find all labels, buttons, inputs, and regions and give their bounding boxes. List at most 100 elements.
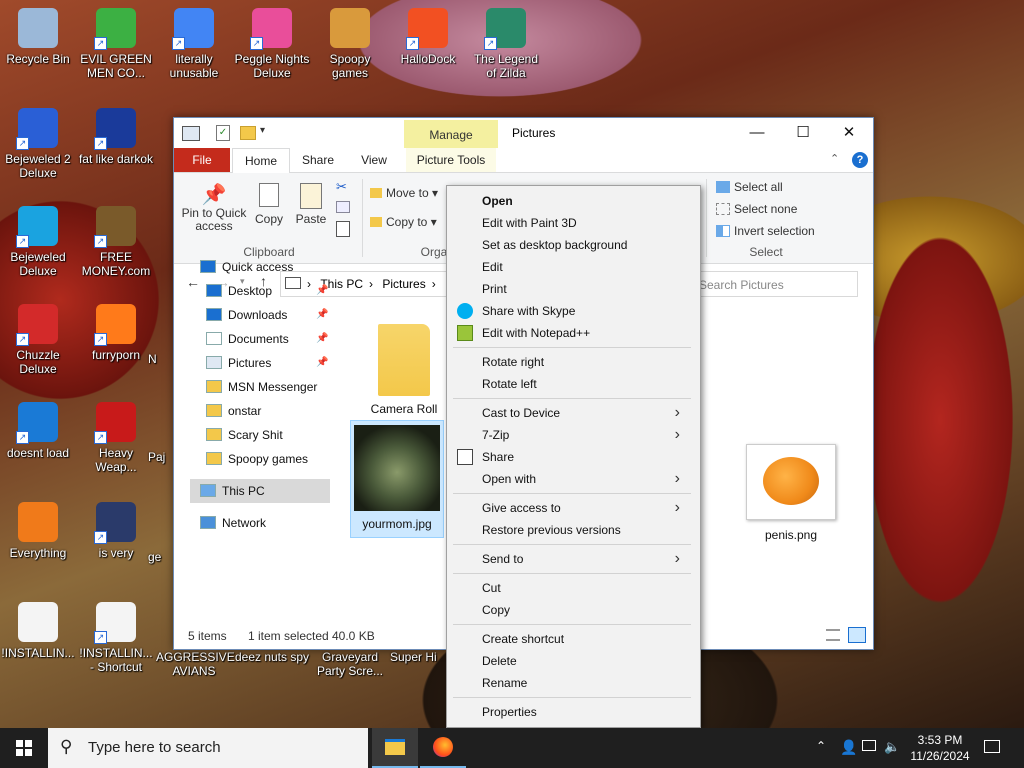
people-icon[interactable]: 👤 bbox=[840, 739, 857, 756]
menu-item-delete[interactable]: Delete bbox=[482, 650, 692, 672]
nav-item-network[interactable]: Network bbox=[200, 512, 266, 534]
menu-item-share-with-skype[interactable]: Share with Skype bbox=[482, 300, 692, 322]
nav-item-quick-access[interactable]: Quick access bbox=[200, 256, 293, 278]
nav-item-downloads[interactable]: Downloads bbox=[206, 304, 287, 326]
desktop-icon-8[interactable]: ↗ fat like darkok bbox=[78, 108, 154, 166]
menu-item-cut[interactable]: Cut bbox=[482, 577, 692, 599]
desktop-icon-13[interactable]: ↗ doesnt load bbox=[0, 402, 76, 460]
taskbar-firefox[interactable] bbox=[420, 728, 466, 768]
pin-quick-access-button[interactable]: 📌 Pin to Quick access bbox=[180, 183, 248, 233]
minimize-ribbon-icon[interactable]: ⌃ bbox=[830, 152, 839, 165]
breadcrumb-pictures[interactable]: Pictures bbox=[382, 277, 425, 291]
nav-item-spoopy-games[interactable]: Spoopy games bbox=[206, 448, 308, 470]
customize-toolbar-icon[interactable]: ▾ bbox=[260, 125, 265, 136]
desktop-icon-12[interactable]: ↗ furryporn bbox=[78, 304, 154, 362]
desktop-icon-17[interactable]: !INSTALLIN... bbox=[0, 602, 76, 660]
properties-quick-icon[interactable]: ✓ bbox=[216, 125, 230, 141]
nav-item-desktop[interactable]: Desktop bbox=[206, 280, 272, 302]
menu-item-set-as-desktop-background[interactable]: Set as desktop background bbox=[482, 234, 692, 256]
nav-item-this-pc[interactable]: This PC bbox=[200, 480, 265, 502]
tab-file[interactable]: File bbox=[174, 148, 230, 172]
file-item[interactable]: yourmom.jpg bbox=[350, 420, 444, 538]
desktop-icon-0[interactable]: Recycle Bin bbox=[0, 8, 76, 66]
manage-tab[interactable]: Manage bbox=[404, 120, 498, 148]
menu-item-rename[interactable]: Rename bbox=[482, 672, 692, 694]
copy-to-button[interactable]: Copy to ▾ bbox=[370, 216, 437, 229]
menu-item-7-zip[interactable]: 7-Zip › bbox=[482, 424, 692, 446]
network-tray-icon[interactable] bbox=[862, 740, 876, 751]
paste-button[interactable]: Paste bbox=[292, 183, 330, 226]
menu-item-open-with[interactable]: Open with › bbox=[482, 468, 692, 490]
desktop-icon-4[interactable]: Spoopy games bbox=[312, 8, 388, 80]
desktop-icon-6[interactable]: ↗ The Legend of Zilda bbox=[468, 8, 544, 80]
close-button[interactable]: ✕ bbox=[826, 118, 872, 148]
paste-shortcut-icon[interactable] bbox=[336, 221, 350, 237]
tab-view[interactable]: View bbox=[350, 148, 398, 172]
large-icons-view-icon[interactable] bbox=[848, 627, 866, 643]
desktop-icon-9[interactable]: ↗ Bejeweled Deluxe bbox=[0, 206, 76, 278]
desktop-icon-1[interactable]: ↗ EVIL GREEN MEN CO... bbox=[78, 8, 154, 80]
tab-home[interactable]: Home bbox=[232, 148, 290, 174]
desktop-icon-11[interactable]: ↗ Chuzzle Deluxe bbox=[0, 304, 76, 376]
title-bar[interactable]: ✓ ▾ Manage Pictures — ☐ ✕ bbox=[174, 118, 873, 148]
nav-item-pictures[interactable]: Pictures bbox=[206, 352, 271, 374]
volume-icon[interactable]: 🔈 bbox=[884, 739, 900, 755]
tab-picture-tools[interactable]: Picture Tools bbox=[406, 148, 496, 172]
desktop-icon-25[interactable]: ge bbox=[148, 502, 172, 564]
menu-item-cast-to-device[interactable]: Cast to Device › bbox=[482, 402, 692, 424]
nav-item-scary-shit[interactable]: Scary Shit bbox=[206, 424, 283, 446]
copy-path-icon[interactable] bbox=[336, 201, 350, 213]
cut-icon[interactable]: ✂ bbox=[336, 179, 347, 195]
start-button[interactable] bbox=[0, 728, 48, 768]
menu-item-copy[interactable]: Copy bbox=[482, 599, 692, 621]
move-to-button[interactable]: Move to ▾ bbox=[370, 187, 438, 200]
menu-item-print[interactable]: Print bbox=[482, 278, 692, 300]
action-center-icon[interactable] bbox=[984, 740, 1000, 753]
desktop-icon-18[interactable]: ↗ !INSTALLIN... - Shortcut bbox=[78, 602, 154, 674]
clock[interactable]: 3:53 PM 11/26/2024 bbox=[904, 732, 976, 764]
desktop-icon-10[interactable]: ↗ FREE MONEY.com bbox=[78, 206, 154, 278]
desktop-icon-3[interactable]: ↗ Peggle Nights Deluxe bbox=[234, 8, 310, 80]
menu-item-give-access-to[interactable]: Give access to › bbox=[482, 497, 692, 519]
menu-item-send-to[interactable]: Send to › bbox=[482, 548, 692, 570]
tab-share[interactable]: Share bbox=[292, 148, 344, 172]
details-view-icon[interactable] bbox=[826, 629, 840, 641]
taskbar-search-box[interactable]: ⚲ Type here to search bbox=[48, 728, 368, 768]
copy-ribbon-button[interactable]: Copy bbox=[252, 183, 286, 226]
desktop-icon-24[interactable]: Paj bbox=[148, 402, 172, 464]
menu-item-edit-with-paint-3d[interactable]: Edit with Paint 3D bbox=[482, 212, 692, 234]
file-item[interactable]: Camera Roll bbox=[364, 318, 444, 418]
desktop-icon-5[interactable]: ↗ HalloDock bbox=[390, 8, 466, 66]
desktop-icon-15[interactable]: Everything bbox=[0, 502, 76, 560]
desktop-icon-14[interactable]: ↗ Heavy Weap... bbox=[78, 402, 154, 474]
help-icon[interactable]: ? bbox=[852, 152, 868, 168]
menu-item-properties[interactable]: Properties bbox=[482, 701, 692, 723]
menu-item-share[interactable]: Share bbox=[482, 446, 692, 468]
menu-item-open[interactable]: Open bbox=[482, 190, 692, 212]
minimize-button[interactable]: — bbox=[734, 118, 780, 148]
menu-item-restore-previous-versions[interactable]: Restore previous versions bbox=[482, 519, 692, 541]
invert-selection-button[interactable]: Invert selection bbox=[716, 225, 815, 238]
nav-item-documents[interactable]: Documents bbox=[206, 328, 289, 350]
menu-item-rotate-left[interactable]: Rotate left bbox=[482, 373, 692, 395]
menu-item-create-shortcut[interactable]: Create shortcut bbox=[482, 628, 692, 650]
address-field[interactable]: › This PC › Pictures › bbox=[280, 271, 450, 297]
desktop-icon-23[interactable]: N bbox=[148, 304, 168, 366]
menu-item-edit[interactable]: Edit bbox=[482, 256, 692, 278]
nav-item-msn-messenger[interactable]: MSN Messenger bbox=[206, 376, 317, 398]
desktop-icon-7[interactable]: ↗ Bejeweled 2 Deluxe bbox=[0, 108, 76, 180]
desktop-icon-2[interactable]: ↗ literally unusable bbox=[156, 8, 232, 80]
show-hidden-icons-icon[interactable]: ⌃ bbox=[816, 739, 826, 753]
desktop-icon-16[interactable]: ↗ is very bbox=[78, 502, 154, 560]
nav-item-onstar[interactable]: onstar bbox=[206, 400, 261, 422]
maximize-button[interactable]: ☐ bbox=[780, 118, 826, 148]
taskbar-file-explorer[interactable] bbox=[372, 728, 418, 768]
menu-item-rotate-right[interactable]: Rotate right bbox=[482, 351, 692, 373]
back-icon[interactable]: ← bbox=[186, 274, 200, 290]
file-item[interactable]: penis.png bbox=[744, 444, 838, 544]
search-pictures-field[interactable]: Search Pictures bbox=[692, 271, 858, 297]
select-all-button[interactable]: Select all bbox=[716, 181, 783, 194]
select-none-button[interactable]: Select none bbox=[716, 203, 797, 216]
menu-item-edit-with-notepad-[interactable]: Edit with Notepad++ bbox=[482, 322, 692, 344]
new-folder-quick-icon[interactable] bbox=[240, 126, 256, 140]
